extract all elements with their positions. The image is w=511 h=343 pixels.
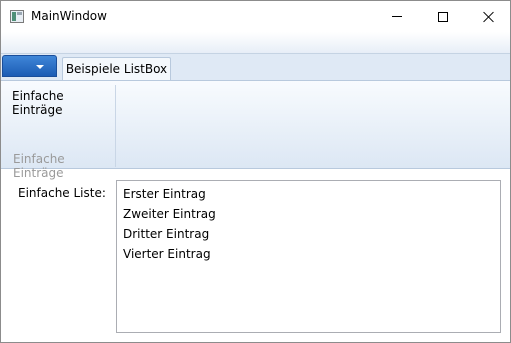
window-title: MainWindow bbox=[31, 9, 107, 23]
ribbon-group-einfache-eintraege: Einfache Einträge Einfache Einträge bbox=[3, 85, 116, 180]
simple-listbox[interactable]: Erster Eintrag Zweiter Eintrag Dritter E… bbox=[116, 180, 501, 333]
main-window: MainWindow Beispiele ListBox Einfache Ei… bbox=[0, 0, 511, 343]
maximize-icon bbox=[438, 11, 448, 22]
close-icon bbox=[483, 11, 495, 23]
maximize-button[interactable] bbox=[420, 1, 466, 32]
ribbon-app-menu-button[interactable] bbox=[2, 55, 57, 77]
list-item[interactable]: Dritter Eintrag bbox=[117, 224, 500, 244]
ribbon-group-label: Einfache Einträge bbox=[13, 152, 65, 180]
list-item[interactable]: Vierter Eintrag bbox=[117, 244, 500, 264]
list-item[interactable]: Erster Eintrag bbox=[117, 184, 500, 204]
app-window-icon bbox=[10, 10, 24, 23]
tab-beispiele-listbox[interactable]: Beispiele ListBox bbox=[62, 57, 171, 81]
einfache-eintraege-button[interactable]: Einfache Einträge bbox=[12, 89, 115, 117]
title-bar[interactable]: MainWindow bbox=[1, 1, 510, 32]
list-item[interactable]: Zweiter Eintrag bbox=[117, 204, 500, 224]
minimize-icon bbox=[392, 16, 402, 17]
ribbon-tab-row: Beispiele ListBox bbox=[1, 54, 510, 81]
ribbon-quick-access-bar bbox=[1, 32, 510, 54]
ribbon-panel: Einfache Einträge Einfache Einträge bbox=[1, 80, 510, 180]
chevron-down-icon bbox=[36, 65, 44, 69]
minimize-button[interactable] bbox=[374, 1, 420, 32]
close-button[interactable] bbox=[466, 1, 511, 32]
list-label: Einfache Liste: bbox=[18, 186, 106, 200]
